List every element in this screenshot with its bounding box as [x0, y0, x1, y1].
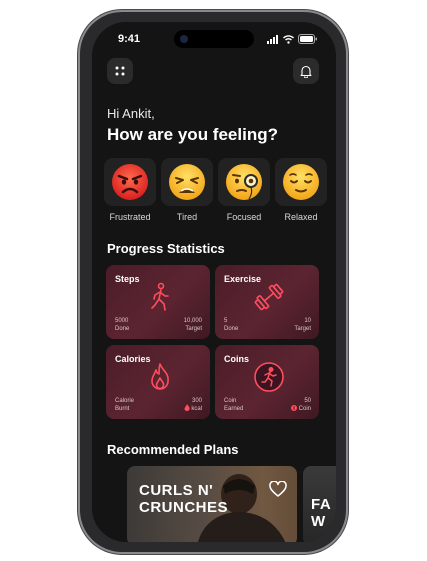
mood-label: Tired	[176, 212, 198, 222]
plan-title: FA W	[311, 496, 331, 530]
small-coin-icon	[290, 405, 297, 411]
angry-face-icon	[112, 164, 148, 200]
grid-icon	[115, 66, 125, 76]
exercise-card[interactable]: Exercise 5 Done 10 Target	[215, 265, 319, 339]
steps-target-value: 10,000	[183, 318, 202, 324]
menu-button[interactable]	[107, 58, 133, 84]
exercise-done-label: Done	[224, 326, 239, 332]
signal-icon	[267, 34, 278, 44]
mood-tile	[104, 158, 156, 206]
coins-label-bottom: Earned	[224, 406, 244, 412]
coins-unit: Coin	[290, 405, 311, 412]
plan-card-next[interactable]: FA W	[303, 466, 336, 542]
mood-selector: Frustrated Tired Focused Relaxed	[104, 158, 327, 222]
mood-label: Focused	[226, 212, 262, 222]
running-coin-icon	[254, 362, 284, 392]
bell-icon	[300, 65, 312, 78]
monocle-face-icon	[226, 164, 262, 200]
mood-tile	[218, 158, 270, 206]
mood-tile	[161, 158, 213, 206]
exercise-done-value: 5	[224, 318, 228, 324]
dynamic-island	[174, 30, 254, 48]
battery-icon	[298, 34, 317, 44]
mood-tired[interactable]: Tired	[161, 158, 213, 222]
steps-done-value: 5000	[115, 318, 129, 324]
heart-icon[interactable]	[269, 481, 287, 497]
plan-title-line1: CURLS N'	[139, 482, 214, 499]
mood-frustrated[interactable]: Frustrated	[104, 158, 156, 222]
plan-title: CURLS N' CRUNCHES	[139, 482, 228, 516]
camera	[180, 35, 188, 43]
notifications-button[interactable]	[293, 58, 319, 84]
mood-question: How are you feeling?	[107, 125, 278, 144]
app-screen: 9:41 Hi Ankit, How are you feeling? Frus…	[92, 22, 336, 542]
card-title: Steps	[115, 274, 140, 284]
status-time: 9:41	[118, 33, 141, 45]
wifi-icon	[283, 34, 294, 44]
mood-label: Relaxed	[284, 212, 318, 222]
power-button[interactable]	[346, 168, 349, 226]
steps-done-label: Done	[115, 326, 130, 332]
exercise-target-label: Target	[294, 326, 311, 332]
coins-card[interactable]: Coins Coin Earned 50 Coin	[215, 345, 319, 419]
exercise-target-value: 10	[304, 318, 311, 324]
progress-title: Progress Statistics	[107, 241, 225, 256]
plan-title-line2: CRUNCHES	[139, 499, 229, 516]
calories-unit-label: kcal	[191, 406, 202, 412]
coins-value: 50	[304, 398, 311, 404]
calories-card[interactable]: Calories Calorie Burnt 300 kcal	[106, 345, 210, 419]
mood-tile	[275, 158, 327, 206]
plan-title-line2: W	[311, 513, 326, 530]
weary-face-icon	[169, 164, 205, 200]
steps-target-label: Target	[185, 326, 202, 332]
small-flame-icon	[184, 404, 190, 411]
coins-label-top: Coin	[224, 398, 237, 404]
status-icons	[267, 34, 318, 44]
dumbbell-icon	[254, 283, 284, 311]
walking-person-icon	[151, 282, 169, 311]
plan-title-line1: FA	[311, 496, 332, 513]
greeting: Hi Ankit,	[107, 106, 155, 121]
card-title: Coins	[224, 354, 250, 364]
coins-unit-label: Coin	[298, 406, 311, 412]
plan-card-curls-crunches[interactable]: CURLS N' CRUNCHES	[127, 466, 297, 542]
calories-label-top: Calorie	[115, 398, 135, 404]
steps-card[interactable]: Steps 5000 Done 10,000 Target	[106, 265, 210, 339]
flame-icon	[151, 363, 169, 390]
calories-unit: kcal	[184, 404, 202, 412]
mood-label: Frustrated	[109, 212, 151, 222]
calories-label-bottom: Burnt	[115, 406, 130, 412]
relieved-face-icon	[283, 164, 319, 200]
recommended-title: Recommended Plans	[107, 442, 239, 457]
mood-focused[interactable]: Focused	[218, 158, 270, 222]
mood-relaxed[interactable]: Relaxed	[275, 158, 327, 222]
